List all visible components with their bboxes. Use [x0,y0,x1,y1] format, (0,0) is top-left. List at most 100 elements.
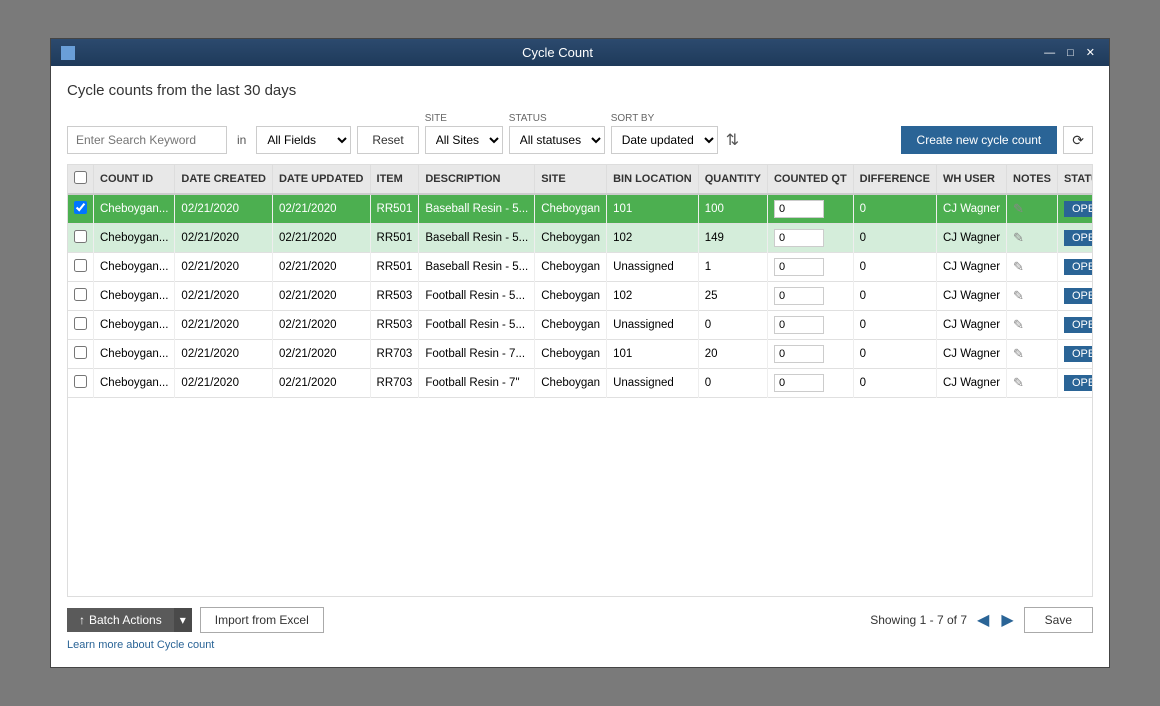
table-row: Cheboygan...02/21/202002/21/2020RR501Bas… [68,194,1093,224]
table-header-row: COUNT ID DATE CREATED DATE UPDATED ITEM … [68,165,1093,194]
edit-notes-icon[interactable]: ✎ [1013,288,1024,303]
counted-qty-cell[interactable] [767,311,853,340]
counted-qty-cell[interactable] [767,253,853,282]
notes-cell[interactable]: ✎ [1007,340,1058,369]
status-open-button[interactable]: OPEN [1064,259,1093,275]
notes-cell[interactable]: ✎ [1007,224,1058,253]
import-from-excel-button[interactable]: Import from Excel [200,607,324,633]
counted-qty-input[interactable] [774,316,824,334]
edit-notes-icon[interactable]: ✎ [1013,317,1024,332]
sort-label: SORT BY [611,113,743,124]
count-id-cell: Cheboygan... [94,282,175,311]
edit-notes-icon[interactable]: ✎ [1013,375,1024,390]
quantity-cell: 25 [698,282,767,311]
main-window: Cycle Count — □ ✕ Cycle counts from the … [50,38,1110,668]
status-cell[interactable]: OPEN [1057,369,1093,398]
row-select-checkbox[interactable] [74,288,87,301]
count-id-cell: Cheboygan... [94,311,175,340]
status-cell[interactable]: OPEN [1057,224,1093,253]
batch-up-icon: ↑ [79,613,85,627]
status-open-button[interactable]: OPEN [1064,201,1093,217]
counted-qty-cell[interactable] [767,224,853,253]
site-select[interactable]: All Sites [425,126,503,154]
status-select[interactable]: All statuses Open Closed [509,126,605,154]
row-select-checkbox[interactable] [74,201,87,214]
difference-cell: 0 [853,224,936,253]
description-cell: Baseball Resin - 5... [419,194,535,224]
edit-notes-icon[interactable]: ✎ [1013,201,1024,216]
next-page-button[interactable]: ▶ [999,610,1015,630]
status-cell[interactable]: OPEN [1057,340,1093,369]
counted-qty-cell[interactable] [767,194,853,224]
wh-user-header: WH USER [936,165,1006,194]
notes-cell[interactable]: ✎ [1007,194,1058,224]
filter-icon-button[interactable]: ⇅ [722,126,743,154]
status-open-button[interactable]: OPEN [1064,375,1093,391]
counted-qty-input[interactable] [774,345,824,363]
item-cell: RR501 [370,224,419,253]
counted-qty-cell[interactable] [767,340,853,369]
status-cell[interactable]: OPEN [1057,194,1093,224]
status-cell[interactable]: OPEN [1057,282,1093,311]
notes-cell[interactable]: ✎ [1007,369,1058,398]
quantity-cell: 20 [698,340,767,369]
select-all-checkbox[interactable] [74,171,87,184]
row-select-checkbox[interactable] [74,230,87,243]
description-cell: Baseball Resin - 5... [419,224,535,253]
fields-select[interactable]: All Fields Count ID Item Description [256,126,351,154]
count-id-cell: Cheboygan... [94,194,175,224]
close-button[interactable]: ✕ [1082,45,1099,60]
notes-cell[interactable]: ✎ [1007,253,1058,282]
row-checkbox [68,253,94,282]
notes-cell[interactable]: ✎ [1007,282,1058,311]
title-bar-left [61,46,75,60]
counted-qty-input[interactable] [774,200,824,218]
refresh-button[interactable]: ⟳ [1063,126,1093,154]
site-cell: Cheboygan [535,311,607,340]
content-area: Cycle counts from the last 30 days in Al… [51,66,1109,667]
quantity-cell: 0 [698,369,767,398]
row-select-checkbox[interactable] [74,259,87,272]
item-cell: RR703 [370,340,419,369]
learn-more-link[interactable]: Learn more about Cycle count [67,633,1093,651]
counted-qty-input[interactable] [774,258,824,276]
wh-user-cell: CJ Wagner [936,224,1006,253]
notes-header: NOTES [1007,165,1058,194]
save-button[interactable]: Save [1024,607,1093,633]
batch-actions-button[interactable]: ↑ Batch Actions [67,608,174,632]
status-open-button[interactable]: OPEN [1064,288,1093,304]
status-cell[interactable]: OPEN [1057,311,1093,340]
notes-cell[interactable]: ✎ [1007,311,1058,340]
status-cell[interactable]: OPEN [1057,253,1093,282]
minimize-button[interactable]: — [1040,46,1059,60]
status-open-button[interactable]: OPEN [1064,230,1093,246]
date-created-cell: 02/21/2020 [175,369,273,398]
difference-header: DIFFERENCE [853,165,936,194]
batch-dropdown-button[interactable]: ▾ [174,608,192,632]
row-checkbox [68,340,94,369]
prev-page-button[interactable]: ◀ [975,610,991,630]
wh-user-cell: CJ Wagner [936,253,1006,282]
status-open-button[interactable]: OPEN [1064,317,1093,333]
quantity-cell: 149 [698,224,767,253]
counted-qty-input[interactable] [774,374,824,392]
maximize-button[interactable]: □ [1063,46,1078,60]
row-select-checkbox[interactable] [74,375,87,388]
sort-select[interactable]: Date updated Count ID Item [611,126,718,154]
search-input[interactable] [67,126,227,154]
counted-qty-cell[interactable] [767,282,853,311]
edit-notes-icon[interactable]: ✎ [1013,230,1024,245]
table-row: Cheboygan...02/21/202002/21/2020RR703Foo… [68,369,1093,398]
item-cell: RR503 [370,311,419,340]
edit-notes-icon[interactable]: ✎ [1013,346,1024,361]
row-checkbox [68,194,94,224]
counted-qty-cell[interactable] [767,369,853,398]
counted-qty-input[interactable] [774,287,824,305]
row-select-checkbox[interactable] [74,317,87,330]
status-open-button[interactable]: OPEN [1064,346,1093,362]
create-cycle-count-button[interactable]: Create new cycle count [901,126,1058,154]
row-select-checkbox[interactable] [74,346,87,359]
counted-qty-input[interactable] [774,229,824,247]
edit-notes-icon[interactable]: ✎ [1013,259,1024,274]
reset-button[interactable]: Reset [357,126,418,154]
